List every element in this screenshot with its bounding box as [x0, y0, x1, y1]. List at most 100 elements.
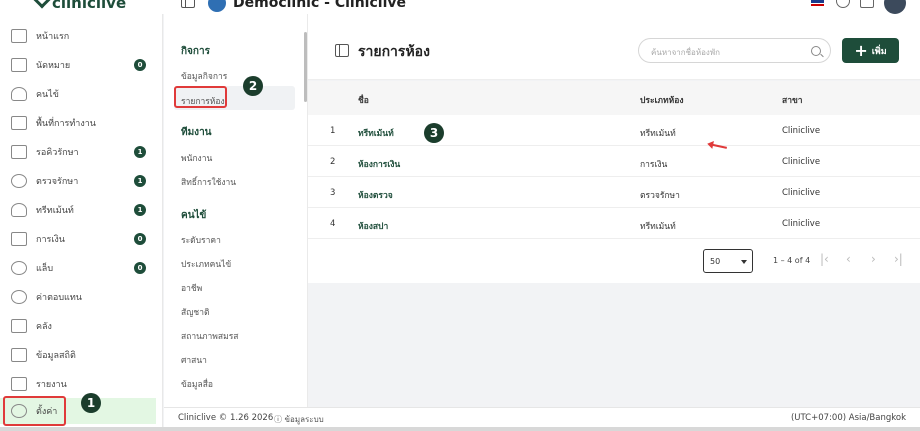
sidebar-item-finance[interactable]: การเงิน 0	[0, 226, 163, 252]
sidebar-item-appointments[interactable]: นัดหมาย 0	[0, 52, 163, 78]
sidebar-item-label: ข้อมูลสถิติ	[36, 351, 76, 361]
prev-page-icon[interactable]: ‹	[846, 252, 851, 266]
inventory-box-icon	[11, 319, 27, 333]
sidebar-item-label: คนไข้	[36, 90, 59, 100]
row-number: 3	[330, 188, 336, 198]
sidebar-item-home[interactable]: หน้าแรก	[0, 23, 163, 49]
count-badge: 1	[134, 146, 146, 158]
add-button-label: เพิ่ม	[871, 46, 887, 57]
submenu-item-staff[interactable]: พนักงาน	[181, 151, 212, 165]
sidebar-item-statistics[interactable]: ข้อมูลสถิติ	[0, 342, 163, 368]
sidebar-item-reports[interactable]: รายงาน	[0, 371, 163, 397]
submenu-item-religion[interactable]: ศาสนา	[181, 353, 207, 367]
submenu-item-patient-type[interactable]: ประเภทคนไข้	[181, 257, 231, 271]
highlight-box-rooms	[174, 86, 227, 108]
help-icon[interactable]	[836, 0, 850, 8]
clinic-logo-icon	[208, 0, 226, 12]
sidebar-item-workspace[interactable]: พื้นที่การทำงาน	[0, 110, 163, 136]
room-branch: Cliniclive	[782, 219, 821, 229]
rooms-table: ชื่อ ประเภทห้อง สาขา 1 ทรีทเม้นท์ ทรีทเม…	[308, 81, 920, 283]
room-branch: Cliniclive	[782, 126, 821, 136]
step-marker-3: 3	[424, 123, 444, 143]
footer-timezone: (UTC+07:00) Asia/Bangkok	[790, 413, 906, 423]
submenu-item-occupation[interactable]: อาชีพ	[181, 281, 202, 295]
sidebar-item-patients[interactable]: คนไข้	[0, 81, 163, 107]
room-type: ทรีทเม้นท์	[640, 222, 676, 232]
room-name-link[interactable]: ห้องตรวจ	[358, 188, 393, 202]
sidebar-item-label: รายงาน	[36, 380, 67, 390]
table-row[interactable]: 2 ห้องการเงิน การเงิน Cliniclive	[308, 146, 920, 177]
room-name-link[interactable]: ทรีทเม้นท์	[358, 126, 394, 140]
add-button[interactable]: + เพิ่ม	[842, 38, 899, 63]
logo-text: cliniclive	[52, 0, 127, 12]
room-branch: Cliniclive	[782, 188, 821, 198]
sidebar-item-label: คลัง	[36, 322, 52, 332]
sidebar-item-queue[interactable]: รอคิวรักษา 1	[0, 139, 163, 165]
room-name-link[interactable]: ห้องสปา	[358, 219, 388, 233]
search-icon[interactable]	[811, 46, 821, 56]
row-number: 4	[330, 219, 336, 229]
submenu-item-price-level[interactable]: ระดับราคา	[181, 233, 221, 247]
step-marker-1: 1	[81, 393, 101, 413]
home-icon	[11, 29, 27, 43]
sidebar-item-compensation[interactable]: ค่าตอบแทน	[0, 284, 163, 310]
notification-icon[interactable]	[860, 0, 874, 8]
room-branch: Cliniclive	[782, 157, 821, 167]
last-page-icon[interactable]: ›|	[894, 252, 903, 266]
caret-down-icon	[741, 260, 747, 264]
calendar-icon	[11, 58, 27, 72]
submenu-item-business-info[interactable]: ข้อมูลกิจการ	[181, 69, 227, 83]
count-badge: 1	[134, 175, 146, 187]
submenu-item-nationality[interactable]: สัญชาติ	[181, 305, 210, 319]
lab-tube-icon	[11, 261, 27, 275]
count-badge: 0	[134, 262, 146, 274]
room-type: การเงิน	[640, 160, 668, 170]
stethoscope-icon	[11, 174, 27, 188]
workspace-icon	[11, 116, 27, 130]
sidebar-item-label: หน้าแรก	[36, 32, 70, 42]
sidebar-item-inventory[interactable]: คลัง	[0, 313, 163, 339]
submenu-section-business: กิจการ	[181, 46, 210, 57]
column-room-type[interactable]: ประเภทห้อง	[640, 93, 684, 107]
submenu-scrollbar[interactable]	[304, 32, 307, 102]
first-page-icon[interactable]: |‹	[820, 252, 829, 266]
sidebar: หน้าแรก นัดหมาย 0 คนไข้ พื้นที่การทำงาน …	[0, 14, 163, 431]
room-name-link[interactable]: ห้องการเงิน	[358, 157, 400, 171]
sidebar-item-label: การเงิน	[36, 235, 65, 245]
sidebar-item-lab[interactable]: แล็บ 0	[0, 255, 163, 281]
sidebar-item-treatment[interactable]: ทรีทเม้นท์ 1	[0, 197, 163, 223]
stats-grid-icon	[11, 348, 27, 362]
avatar[interactable]	[884, 0, 906, 14]
page-range-info: 1 – 4 of 4	[773, 256, 811, 265]
sidebar-item-label: พื้นที่การทำงาน	[36, 119, 96, 129]
count-badge: 0	[134, 59, 146, 71]
page-size-select[interactable]: 50	[703, 249, 753, 273]
highlight-box-settings	[3, 396, 66, 426]
column-branch[interactable]: สาขา	[782, 93, 803, 107]
user-icon	[11, 87, 27, 101]
table-row[interactable]: 3 ห้องตรวจ ตรวจรักษา Cliniclive	[308, 177, 920, 208]
page-title: รายการห้อง	[358, 44, 430, 60]
app-logo[interactable]: cliniclive	[33, 0, 127, 12]
submenu-item-marital-status[interactable]: สถานภาพสมรส	[181, 329, 238, 343]
row-number: 1	[330, 126, 336, 136]
submenu-item-media[interactable]: ข้อมูลสื่อ	[181, 377, 213, 391]
toggle-sidebar-icon[interactable]	[181, 0, 195, 8]
thai-flag-icon[interactable]	[811, 0, 824, 6]
logo-check-icon	[33, 0, 51, 9]
count-badge: 1	[134, 204, 146, 216]
footer: Cliniclive © 1.26 2026 ⓘ ข้อมูลระบบ (UTC…	[164, 407, 920, 427]
table-row[interactable]: 4 ห้องสปา ทรีทเม้นท์ Cliniclive	[308, 208, 920, 239]
row-number: 2	[330, 157, 336, 167]
room-type: ตรวจรักษา	[640, 191, 680, 201]
step-marker-2: 2	[243, 76, 263, 96]
system-info-link[interactable]: ⓘ ข้อมูลระบบ	[274, 413, 324, 426]
column-name[interactable]: ชื่อ	[358, 93, 369, 107]
sidebar-item-examination[interactable]: ตรวจรักษา 1	[0, 168, 163, 194]
next-page-icon[interactable]: ›	[871, 252, 876, 266]
table-row[interactable]: 1 ทรีทเม้นท์ ทรีทเม้นท์ Cliniclive	[308, 115, 920, 146]
car-icon	[11, 145, 27, 159]
sidebar-item-label: ตรวจรักษา	[36, 177, 79, 187]
submenu-item-permissions[interactable]: สิทธิ์การใช้งาน	[181, 175, 236, 189]
search-input[interactable]: ค้นหาจากชื่อห้องพัก	[638, 38, 831, 63]
